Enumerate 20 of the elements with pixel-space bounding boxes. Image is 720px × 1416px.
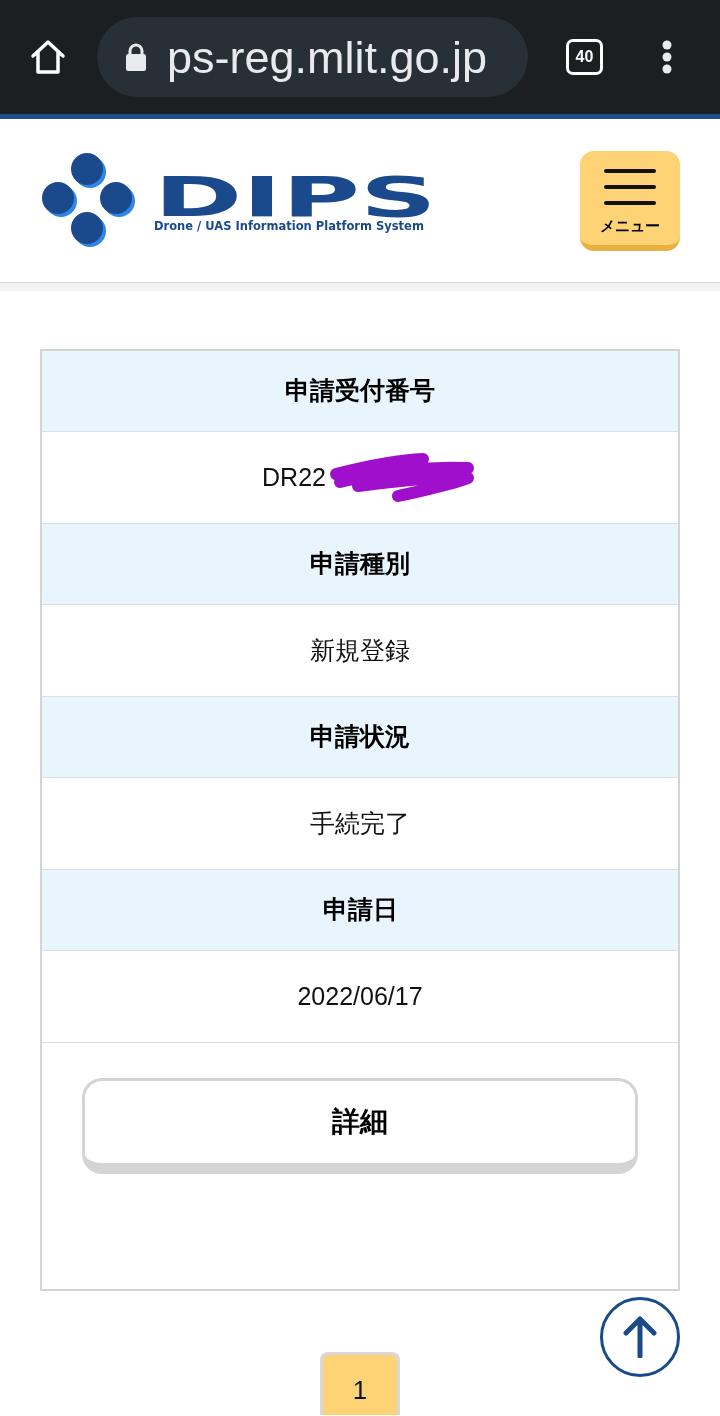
home-icon[interactable] (30, 39, 66, 75)
field-label: 申請状況 (42, 697, 678, 778)
field-label: 申請種別 (42, 524, 678, 605)
lock-icon (125, 43, 147, 71)
menu-button[interactable]: メニュー (580, 150, 680, 251)
field-label: 申請受付番号 (42, 351, 678, 432)
field-label: 申請日 (42, 870, 678, 951)
field-value: 手続完了 (310, 807, 410, 839)
detail-button[interactable]: 詳細 (82, 1078, 638, 1174)
logo-dots-icon (40, 152, 137, 249)
menu-icon (604, 166, 656, 207)
tab-count-button[interactable]: 40 (566, 39, 603, 75)
page-button[interactable]: 1 (320, 1352, 400, 1415)
field-value: 新規登録 (310, 634, 410, 666)
address-bar[interactable]: ps-reg.mlit.go.jp (97, 17, 528, 97)
arrow-up-icon (623, 1316, 657, 1358)
logo-tagline: Drone / UAS Information Platform System (154, 220, 425, 233)
field-value: 2022/06/17 (297, 980, 423, 1012)
more-options-icon[interactable] (662, 40, 672, 74)
field-value: DR22 (262, 461, 326, 493)
